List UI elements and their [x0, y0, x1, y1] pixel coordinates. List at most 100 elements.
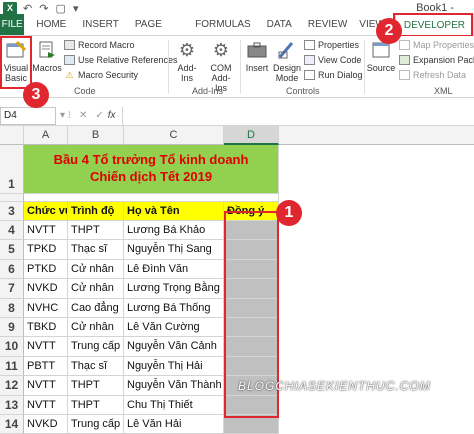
table-cell[interactable]: Trung cấp [68, 337, 124, 357]
tab-home[interactable]: HOME [28, 14, 74, 35]
source-button[interactable]: Source [366, 39, 396, 73]
table-cell[interactable]: Cử nhân [68, 259, 124, 280]
group-label-add-ins: Add-Ins [192, 86, 224, 96]
row-header-10[interactable]: 10 [0, 337, 24, 357]
tab-insert[interactable]: INSERT [74, 14, 127, 35]
column-header-c[interactable]: C [124, 126, 224, 145]
tab-page-layout[interactable]: PAGE LAYOUT [127, 14, 187, 51]
header-chuc-vu[interactable]: Chức vụ [24, 202, 68, 221]
row-header-13[interactable]: 13 [0, 395, 24, 415]
group-separator [240, 40, 241, 94]
table-cell[interactable]: NVTT [24, 337, 68, 357]
quick-access-toolbar[interactable]: ↶ ↷ ▢ ▾ [23, 2, 81, 15]
row-2-blank[interactable] [24, 194, 279, 202]
expansion-packs-icon [399, 55, 410, 65]
macros-button[interactable]: Macros [32, 39, 62, 73]
row-header-7[interactable]: 7 [0, 279, 24, 299]
row-header-9[interactable]: 9 [0, 318, 24, 338]
run-dialog-button[interactable]: Run Dialog [304, 69, 363, 81]
table-cell[interactable]: Lương Bá Khảo [124, 221, 224, 241]
add-ins-button[interactable]: ⚙ Add-Ins [172, 39, 202, 83]
row-header-11[interactable]: 11 [0, 356, 24, 377]
table-cell[interactable]: Cao đẳng [68, 298, 124, 318]
table-cell[interactable]: NVTT [24, 395, 68, 415]
row-header-4[interactable]: 4 [0, 221, 24, 241]
row-header-1[interactable]: 1 [0, 145, 24, 194]
row-header-14[interactable]: 14 [0, 415, 24, 434]
sheet-title[interactable]: Bầu 4 Tổ trưởng Tổ kinh doanh Chiến dịch… [24, 145, 279, 194]
tab-review[interactable]: REVIEW [300, 14, 355, 35]
table-cell[interactable]: Nguyễn Thị Sang [124, 240, 224, 260]
macros-icon [34, 39, 60, 61]
view-code-button[interactable]: View Code [304, 54, 361, 66]
row-header-2[interactable] [0, 194, 24, 202]
table-cell[interactable]: Chu Thị Thiết [124, 395, 224, 415]
sheet-title-line1: Bầu 4 Tổ trưởng Tổ kinh doanh [53, 152, 249, 167]
table-cell[interactable]: Nguyễn Văn Cảnh [124, 337, 224, 357]
tab-file[interactable]: FILE [0, 14, 25, 35]
table-cell[interactable]: THPT [68, 221, 124, 241]
watermark: BLOGCHIASEKIENTHUC.COM [238, 379, 431, 393]
table-cell[interactable]: Nguyễn Văn Thành [124, 376, 224, 396]
column-header-b[interactable]: B [68, 126, 124, 145]
table-cell[interactable]: NVKD [24, 415, 68, 434]
table-cell[interactable]: Lương Bá Thống [124, 298, 224, 318]
table-cell[interactable]: Trung cấp [68, 415, 124, 434]
column-header-a[interactable]: A [24, 126, 68, 145]
table-cell[interactable]: Lê Văn Hải [124, 415, 224, 434]
map-properties-button[interactable]: Map Properties [399, 39, 474, 51]
view-code-icon [304, 55, 315, 65]
row-header-8[interactable]: 8 [0, 298, 24, 318]
table-cell[interactable]: NVTT [24, 221, 68, 241]
design-mode-button[interactable]: Design Mode [272, 39, 302, 83]
com-add-ins-button[interactable]: ⚙ COM Add-Ins [206, 39, 236, 93]
toolbox-icon [244, 39, 270, 61]
row-header-6[interactable]: 6 [0, 259, 24, 280]
table-cell[interactable]: Lê Văn Cường [124, 318, 224, 338]
name-box[interactable]: D4 [0, 106, 56, 125]
developer-tab-highlight [393, 13, 473, 37]
tab-data[interactable]: DATA [259, 14, 300, 35]
name-box-dropdown-icon[interactable]: ▾ ⁝ [60, 110, 71, 121]
tab-formulas[interactable]: FORMULAS [187, 14, 259, 35]
row-header-12[interactable]: 12 [0, 376, 24, 396]
row-header-3[interactable]: 3 [0, 202, 24, 221]
column-header-blank [279, 126, 474, 145]
expansion-packs-button[interactable]: Expansion Packs [399, 54, 474, 66]
table-cell[interactable]: TBKD [24, 318, 68, 338]
table-cell[interactable]: Thạc sĩ [68, 240, 124, 260]
table-cell[interactable]: TPKD [24, 240, 68, 260]
use-relative-references-button[interactable]: Use Relative References [64, 54, 178, 66]
group-label-code: Code [74, 86, 96, 96]
header-trinh-do[interactable]: Trình độ [68, 202, 124, 221]
select-all-corner[interactable] [0, 126, 24, 145]
cancel-icon[interactable]: ✕ [79, 110, 87, 121]
refresh-data-button[interactable]: Refresh Data [399, 69, 466, 81]
table-cell[interactable]: Thạc sĩ [68, 356, 124, 377]
macro-security-button[interactable]: ⚠ Macro Security [64, 69, 138, 81]
table-cell[interactable]: PTKD [24, 259, 68, 280]
row-header-5[interactable]: 5 [0, 240, 24, 260]
formula-bar: D4 ▾ ⁝ ✕ ✓ fx [0, 106, 474, 126]
table-cell[interactable]: Cử nhân [68, 318, 124, 338]
header-ho-va-ten[interactable]: Họ và Tên [124, 202, 224, 221]
insert-control-button[interactable]: Insert [243, 39, 271, 73]
table-cell[interactable]: THPT [68, 376, 124, 396]
table-cell[interactable]: Cử nhân [68, 279, 124, 299]
formula-input[interactable] [121, 106, 474, 125]
warning-icon: ⚠ [65, 70, 74, 80]
table-cell[interactable]: Nguyễn Thị Hải [124, 356, 224, 377]
table-cell[interactable]: NVKD [24, 279, 68, 299]
table-cell[interactable]: THPT [68, 395, 124, 415]
table-cell[interactable]: NVHC [24, 298, 68, 318]
properties-button[interactable]: Properties [304, 39, 359, 51]
record-macro-button[interactable]: Record Macro [64, 39, 135, 51]
table-cell[interactable]: PBTT [24, 356, 68, 377]
table-cell[interactable]: Lê Đình Văn [124, 259, 224, 280]
enter-icon[interactable]: ✓ [95, 110, 103, 121]
function-icon[interactable]: fx [108, 110, 116, 121]
column-header-d[interactable]: D [224, 126, 279, 145]
visual-basic-highlight [0, 36, 32, 89]
table-cell[interactable]: Lương Trọng Bằng [124, 279, 224, 299]
table-cell[interactable]: NVTT [24, 376, 68, 396]
